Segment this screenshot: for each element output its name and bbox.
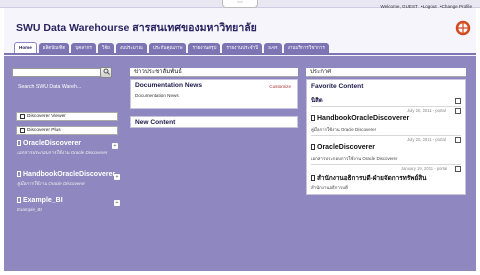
tab-research[interactable]: วิจัย — [97, 43, 114, 53]
asset-management-item-link[interactable]: สำนักงานอธิการบดี-ฝ่ายจัดการทรัพย์สิน — [311, 173, 427, 183]
divider — [311, 135, 461, 136]
oracle-discoverer-link[interactable]: OracleDiscoverer — [17, 140, 81, 147]
customize-link[interactable]: Customize — [269, 84, 291, 89]
tab-budget[interactable]: งบประมาณ — [115, 43, 147, 53]
asset-management-item-desc: สำนักงานอธิการบดี — [311, 185, 348, 190]
handbook-item-link[interactable]: HandbookOracleDiscoverer — [311, 115, 409, 122]
handbook-oracle-discoverer-link[interactable]: HandbookOracleDiscoverer — [17, 171, 115, 178]
item-action-icon[interactable] — [455, 108, 461, 114]
item-date: July 20, 2011 - portal — [407, 137, 446, 142]
tab-home[interactable]: Home — [14, 42, 37, 53]
example-bi-link[interactable]: Example_BI — [17, 197, 63, 204]
new-content-panel: New Content — [130, 116, 298, 128]
favorite-content-title: Favorite Content — [311, 83, 364, 90]
tab-sar[interactable]: SAR — [264, 43, 282, 53]
oracle-item-link[interactable]: OracleDiscoverer — [311, 144, 375, 151]
nav-underline — [4, 53, 476, 55]
discoverer-plus-label: Discoverer Plus — [27, 128, 61, 133]
document-icon — [311, 115, 315, 121]
item-action-icon[interactable] — [455, 137, 461, 143]
collapse-handle[interactable]: ⋯ — [222, 0, 258, 8]
item-action-icon[interactable] — [455, 166, 461, 172]
discoverer-viewer-button[interactable]: Discoverer Viewer — [16, 112, 118, 121]
documentation-news-panel: Documentation News Customize Documentati… — [130, 79, 298, 109]
discoverer-viewer-label: Discoverer Viewer — [27, 114, 66, 119]
tab-summary-report[interactable]: รายงานสรุป — [188, 43, 221, 53]
favorite-content-panel: Favorite Content นิสิต July 20, 2011 - p… — [306, 79, 466, 195]
portal-window: ⋯ SWU Data Warehourse สารสนเทศของมหาวิทย… — [0, 0, 480, 275]
handbook-desc: คู่มือการใช้งาน Oracle Discoverer — [17, 181, 86, 186]
documentation-news-desc: Documentation News — [135, 93, 179, 98]
document-icon — [311, 144, 315, 150]
welcome-text: Welcome, GUEST — [380, 4, 418, 9]
add-icon[interactable]: + — [114, 200, 120, 206]
announcement-section-header: ประกาศ — [306, 68, 466, 77]
search-scope-link[interactable]: Search SWU Data Wareh... — [18, 84, 81, 90]
site-title: SWU Data Warehourse สารสนเทศของมหาวิทยาล… — [16, 22, 257, 34]
divider — [311, 164, 461, 165]
search-button[interactable] — [100, 67, 112, 78]
document-icon — [17, 171, 21, 177]
search-icon — [103, 68, 110, 75]
search-input[interactable] — [12, 68, 112, 77]
item-date: July 20, 2011 - portal — [407, 108, 446, 113]
logout-link[interactable]: •Logout — [421, 4, 437, 9]
tab-graduates[interactable]: ผลิตบัณฑิต — [38, 43, 70, 53]
university-logo-icon — [455, 20, 471, 36]
add-icon[interactable]: + — [114, 174, 120, 180]
divider — [311, 106, 461, 107]
documentation-news-title[interactable]: Documentation News — [135, 82, 202, 89]
document-icon — [311, 175, 315, 181]
tab-personnel[interactable]: บุคลากร — [71, 43, 96, 53]
main-navigation: Home ผลิตบัณฑิต บุคลากร วิจัย งบประมาณ ป… — [14, 41, 331, 53]
add-icon[interactable]: + — [112, 143, 118, 149]
discoverer-plus-button[interactable]: Discoverer Plus — [16, 126, 118, 135]
handbook-item-desc: คู่มือการใช้งาน Oracle Discoverer — [311, 127, 377, 132]
checkbox-icon — [20, 114, 25, 119]
oracle-item-desc: เอกสารประกอบการใช้งาน Oracle Discoverer — [311, 156, 398, 161]
tab-academic-service[interactable]: งานบริการวิชาการ — [283, 43, 329, 53]
portlet-menu-icon[interactable] — [455, 98, 461, 104]
document-icon — [17, 197, 21, 203]
checkbox-icon — [20, 128, 25, 133]
news-section-header: ข่าวประชาสัมพันธ์ — [130, 68, 298, 77]
item-date: January 19, 2011 - portal — [401, 166, 448, 171]
document-icon — [17, 140, 21, 146]
oracle-discoverer-desc: เอกสารประกอบการใช้งาน Oracle Discoverer — [17, 150, 108, 155]
top-links: Welcome, GUEST •Logout •Change Profile — [378, 4, 472, 9]
example-bi-desc: Example_BI — [17, 207, 42, 212]
tab-quality[interactable]: ประกันคุณภาพ — [148, 43, 187, 53]
change-profile-link[interactable]: •Change Profile — [440, 4, 472, 9]
tab-annual-report[interactable]: รายงานประจำปี — [222, 43, 263, 53]
new-content-title[interactable]: New Content — [135, 119, 175, 126]
student-label: นิสิต — [311, 98, 323, 104]
